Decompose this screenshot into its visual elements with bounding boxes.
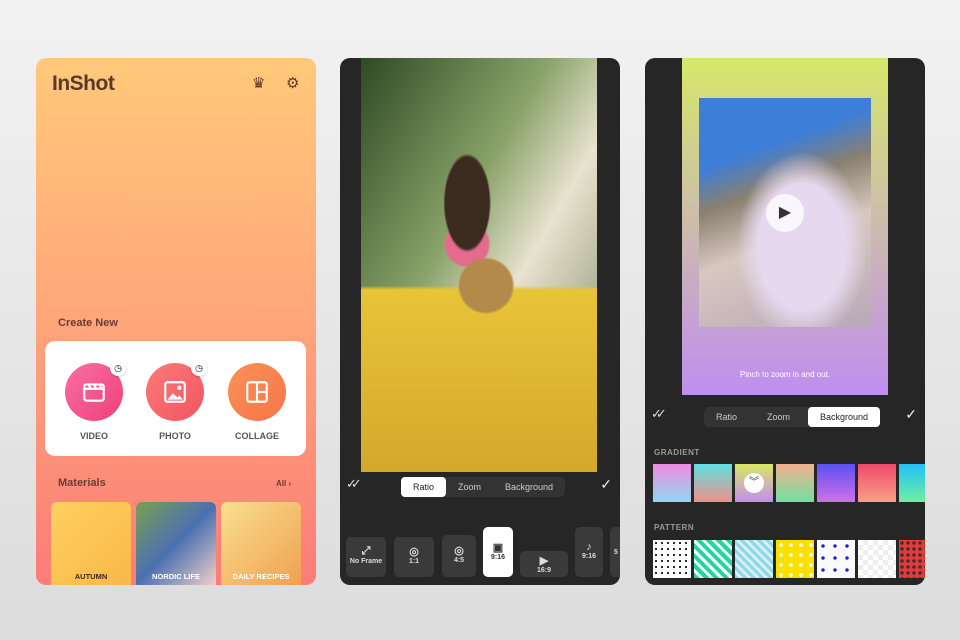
pattern-stripes[interactable] [735, 540, 773, 578]
material-daily-recipes[interactable]: DAILY RECIPES [221, 502, 301, 585]
apply-all-icon[interactable]: ✓✓ [346, 476, 362, 492]
gradient-swatch[interactable] [858, 464, 896, 502]
tab-ratio[interactable]: Ratio [401, 477, 447, 497]
pattern-label: PATTERN [654, 523, 695, 532]
ratio-1-1[interactable]: ◎ 1:1 [394, 537, 434, 577]
tab-zoom[interactable]: Zoom [446, 477, 493, 497]
ratio-9-16-reels[interactable]: ▣ 9:16 [483, 527, 513, 577]
tiktok-icon: ♪ [586, 541, 592, 553]
materials-heading: Materials [58, 477, 106, 489]
instagram-icon: ◎ [454, 545, 464, 557]
expand-icon: ⤢ [361, 545, 371, 557]
gradient-swatch[interactable] [694, 464, 732, 502]
tab-background[interactable]: Background [493, 477, 565, 497]
gradient-swatch[interactable] [653, 464, 691, 502]
gradient-swatch[interactable]: ︾ [735, 464, 773, 502]
material-nordic-life[interactable]: NORDIC LIFE [136, 502, 216, 585]
photo-preview[interactable] [361, 58, 597, 472]
pattern-chevron[interactable] [694, 540, 732, 578]
ratio-9-16-tiktok[interactable]: ♪ 9:16 [575, 527, 603, 577]
pattern-dots[interactable] [653, 540, 691, 578]
gradient-label: GRADIENT [654, 448, 700, 457]
background-editor: ▶ Pinch to zoom in and out. ✓✓ Ratio Zoo… [645, 58, 925, 585]
pattern-yellow[interactable] [776, 540, 814, 578]
ratio-editor: ✓✓ Ratio Zoom Background ✓ ⤢ No Frame ◎ 1:… [340, 58, 620, 585]
tab-zoom[interactable]: Zoom [749, 407, 808, 427]
collage-icon [246, 381, 268, 403]
clock-icon: ◷ [110, 360, 126, 376]
ratio-4-5[interactable]: ◎ 4:5 [442, 535, 476, 577]
image-icon [164, 381, 186, 403]
pattern-red-dots[interactable] [899, 540, 925, 578]
video-button[interactable]: ◷ VIDEO [65, 360, 126, 441]
canvas-background[interactable]: ▶ Pinch to zoom in and out. [682, 58, 888, 395]
editor-tabs: Ratio Zoom Background [704, 407, 881, 427]
pinch-hint: Pinch to zoom in and out. [739, 370, 831, 379]
ratio-more[interactable]: 5 [610, 527, 620, 577]
editor-tabs: Ratio Zoom Background [401, 477, 566, 497]
confirm-icon[interactable]: ✓ [600, 476, 612, 493]
app-logo: InShot [52, 72, 115, 95]
tab-background[interactable]: Background [808, 407, 881, 427]
clapperboard-icon [83, 383, 105, 402]
collage-button[interactable]: COLLAGE [228, 363, 286, 441]
instagram-icon: ◎ [409, 546, 419, 558]
ratio-16-9[interactable]: ▶ 16:9 [520, 551, 568, 577]
youtube-icon: ▶ [539, 555, 549, 567]
home-screen: InShot ♛ ⚙ Create New ◷ VIDEO ◷ PHOTO CO… [36, 58, 316, 585]
clock-icon: ◷ [191, 360, 207, 376]
play-icon[interactable]: ▶ [766, 194, 804, 232]
apply-all-icon[interactable]: ✓✓ [651, 406, 667, 422]
ratio-no-frame[interactable]: ⤢ No Frame [346, 537, 386, 577]
crown-icon[interactable]: ♛ [252, 74, 265, 92]
gradient-swatch[interactable] [817, 464, 855, 502]
all-link[interactable]: All › [276, 479, 291, 488]
reels-icon: ▣ [492, 542, 504, 554]
tab-ratio[interactable]: Ratio [704, 407, 749, 427]
gradient-swatch[interactable] [776, 464, 814, 502]
gear-icon[interactable]: ⚙ [286, 74, 299, 92]
material-autumn[interactable]: AUTUMN [51, 502, 131, 585]
video-preview[interactable]: ▶ [699, 98, 871, 327]
confirm-icon[interactable]: ✓ [905, 406, 917, 423]
selected-chevron-icon: ︾ [744, 473, 764, 493]
create-new-card: ◷ VIDEO ◷ PHOTO COLLAGE [45, 341, 306, 456]
gradient-swatch[interactable] [899, 464, 925, 502]
pattern-transparent[interactable] [858, 540, 896, 578]
photo-button[interactable]: ◷ PHOTO [146, 360, 207, 441]
pattern-confetti[interactable] [817, 540, 855, 578]
create-new-heading: Create New [58, 317, 118, 329]
